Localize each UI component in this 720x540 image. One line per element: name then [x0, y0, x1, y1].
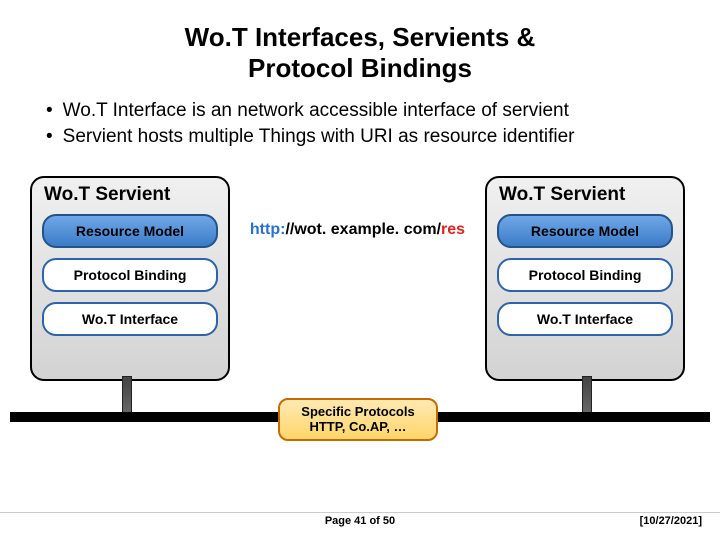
uri-host: //wot. example. com/ [285, 221, 441, 238]
bullet-dot-icon: • [46, 98, 53, 124]
resource-model-pill: Resource Model [42, 214, 218, 248]
uri-label: http://wot. example. com/res [235, 221, 480, 239]
wot-interface-pill: Wo.T Interface [497, 302, 673, 336]
servient-stack: Resource Model Protocol Binding Wo.T Int… [497, 210, 673, 336]
servient-box-left: Wo.T Servient Resource Model Protocol Bi… [30, 176, 230, 381]
bullet-item: • Wo.T Interface is an network accessibl… [46, 98, 690, 124]
bullet-text: Servient hosts multiple Things with URI … [63, 124, 575, 150]
title-line-1: Wo.T Interfaces, Servients & [185, 22, 536, 52]
bullet-list: • Wo.T Interface is an network accessibl… [0, 98, 720, 159]
servient-title: Wo.T Servient [497, 184, 673, 210]
page-number: Page 41 of 50 [0, 515, 720, 527]
protocols-line-1: Specific Protocols [286, 405, 430, 420]
protocol-binding-pill: Protocol Binding [42, 258, 218, 292]
footer: Page 41 of 50 [10/27/2021] [0, 512, 720, 530]
resource-model-pill: Resource Model [497, 214, 673, 248]
protocols-line-2: HTTP, Co.AP, … [286, 420, 430, 435]
protocol-binding-pill: Protocol Binding [497, 258, 673, 292]
servient-box-right: Wo.T Servient Resource Model Protocol Bi… [485, 176, 685, 381]
bullet-dot-icon: • [46, 124, 53, 150]
diagram: Wo.T Servient Resource Model Protocol Bi… [0, 166, 720, 456]
uri-resource: res [441, 221, 465, 238]
uri-scheme: http: [250, 221, 286, 238]
title-line-2: Protocol Bindings [248, 53, 472, 83]
footer-date: [10/27/2021] [640, 515, 702, 527]
wot-interface-pill: Wo.T Interface [42, 302, 218, 336]
connector-leg-right [582, 376, 592, 413]
protocols-box: Specific Protocols HTTP, Co.AP, … [278, 398, 438, 441]
bullet-text: Wo.T Interface is an network accessible … [63, 98, 569, 124]
bullet-item: • Servient hosts multiple Things with UR… [46, 124, 690, 150]
slide-title: Wo.T Interfaces, Servients & Protocol Bi… [0, 0, 720, 98]
connector-leg-left [122, 376, 132, 413]
servient-stack: Resource Model Protocol Binding Wo.T Int… [42, 210, 218, 336]
servient-title: Wo.T Servient [42, 184, 218, 210]
